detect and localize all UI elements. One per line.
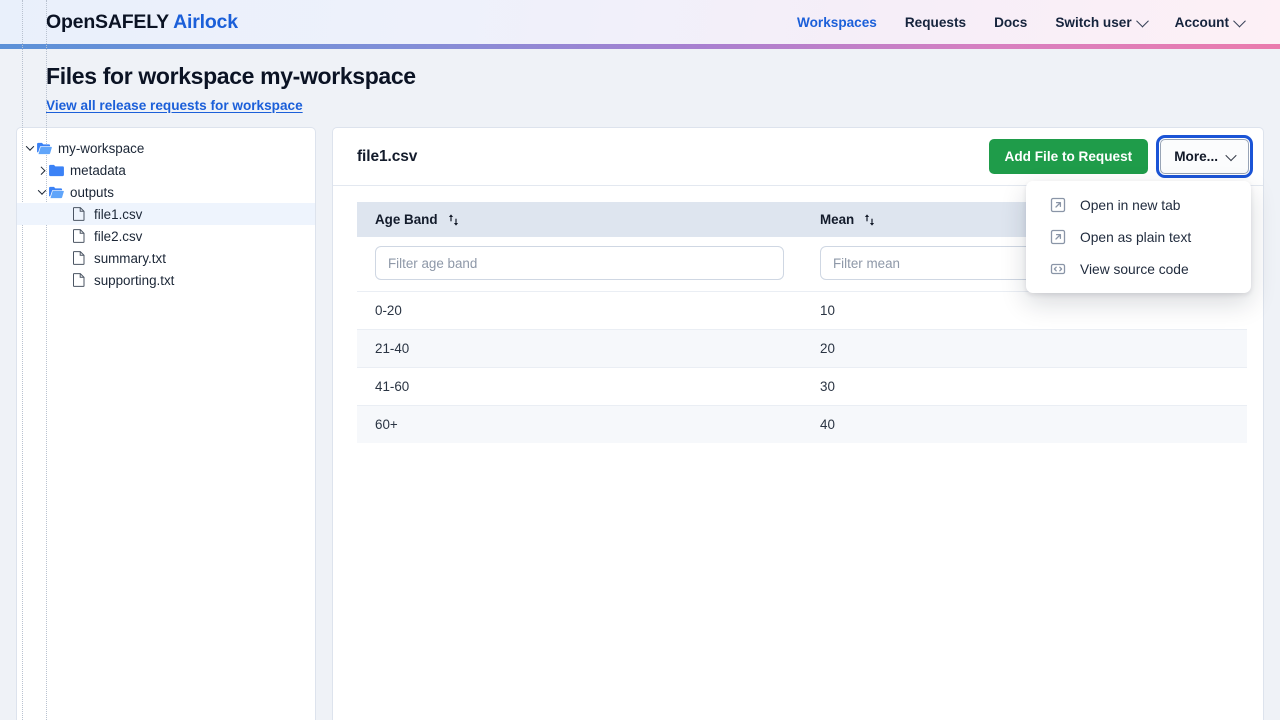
- main-layout: my-workspace metadata outputs file1.cs: [0, 127, 1280, 720]
- tree-item-outputs[interactable]: outputs: [17, 181, 315, 203]
- file-tree-panel: my-workspace metadata outputs file1.cs: [16, 127, 316, 720]
- add-file-to-request-button[interactable]: Add File to Request: [989, 139, 1149, 174]
- external-link-icon: [1050, 229, 1066, 245]
- cell-age-band: 41-60: [357, 368, 802, 406]
- menu-item-open-in-new-tab[interactable]: Open in new tab: [1026, 189, 1251, 221]
- menu-item-label: Open in new tab: [1080, 198, 1180, 213]
- cell-age-band: 60+: [357, 406, 802, 444]
- chevron-down-icon: [1233, 14, 1246, 27]
- nav-item-docs[interactable]: Docs: [994, 15, 1027, 30]
- column-header-label: Mean: [820, 212, 854, 227]
- tree-item-file1-csv[interactable]: file1.csv: [17, 203, 315, 225]
- filter-input-age-band[interactable]: [375, 246, 784, 280]
- nav-label: Switch user: [1055, 15, 1131, 30]
- cell-mean: 40: [802, 406, 1247, 444]
- nav-label: Workspaces: [797, 15, 877, 30]
- site-header: OpenSAFELY Airlock Workspaces Requests D…: [0, 0, 1280, 44]
- file-icon: [73, 250, 91, 266]
- folder-open-icon: [49, 184, 67, 200]
- page-head: Files for workspace my-workspace View al…: [0, 49, 1280, 127]
- nav-label: Account: [1175, 15, 1229, 30]
- cell-age-band: 0-20: [357, 292, 802, 330]
- menu-item-open-as-plain-text[interactable]: Open as plain text: [1026, 221, 1251, 253]
- tree-item-label: outputs: [67, 185, 114, 200]
- nav-item-account[interactable]: Account: [1175, 15, 1244, 30]
- cell-mean: 30: [802, 368, 1247, 406]
- main-nav: Workspaces Requests Docs Switch user Acc…: [797, 15, 1244, 30]
- sort-icon[interactable]: [447, 213, 460, 227]
- brand-primary-text: OpenSAFELY: [46, 11, 169, 33]
- cell-mean: 10: [802, 292, 1247, 330]
- nav-label: Requests: [905, 15, 966, 30]
- brand-logo[interactable]: OpenSAFELY Airlock: [46, 11, 238, 34]
- chevron-down-icon: [1225, 149, 1236, 160]
- cell-age-band: 21-40: [357, 330, 802, 368]
- table-row: 41-60 30: [357, 368, 1247, 406]
- menu-item-view-source-code[interactable]: View source code: [1026, 253, 1251, 285]
- cell-mean: 20: [802, 330, 1247, 368]
- file-icon: [73, 272, 91, 288]
- nav-item-switch-user[interactable]: Switch user: [1055, 15, 1146, 30]
- tree-item-label: file1.csv: [91, 207, 142, 222]
- view-all-release-requests-link[interactable]: View all release requests for workspace: [46, 98, 303, 113]
- page-title: Files for workspace my-workspace: [46, 63, 1280, 90]
- tree-item-label: supporting.txt: [91, 273, 174, 288]
- file-content-panel: file1.csv Add File to Request More... Op…: [332, 127, 1264, 720]
- nav-label: Docs: [994, 15, 1027, 30]
- tree-item-label: metadata: [67, 163, 126, 178]
- content-header-actions: Add File to Request More... Open in new …: [989, 139, 1249, 174]
- sort-icon[interactable]: [863, 213, 876, 227]
- tree-item-label: file2.csv: [91, 229, 142, 244]
- external-link-icon: [1050, 197, 1066, 213]
- menu-item-label: View source code: [1080, 262, 1189, 277]
- column-header-label: Age Band: [375, 212, 438, 227]
- table-row: 21-40 20: [357, 330, 1247, 368]
- chevron-down-icon[interactable]: [35, 189, 49, 195]
- tree-item-label: summary.txt: [91, 251, 166, 266]
- tree-item-label: my-workspace: [55, 141, 144, 156]
- selected-file-name: file1.csv: [357, 148, 417, 166]
- column-header-age-band[interactable]: Age Band: [357, 202, 802, 237]
- table-body: 0-20 10 21-40 20 41-60 30 60+ 40: [357, 292, 1247, 444]
- content-header: file1.csv Add File to Request More... Op…: [333, 128, 1263, 186]
- nav-item-workspaces[interactable]: Workspaces: [797, 15, 877, 30]
- tree-item-supporting-txt[interactable]: supporting.txt: [17, 269, 315, 291]
- tree-item-metadata[interactable]: metadata: [17, 159, 315, 181]
- tree-item-summary-txt[interactable]: summary.txt: [17, 247, 315, 269]
- nav-item-requests[interactable]: Requests: [905, 15, 966, 30]
- brand-accent-text: Airlock: [173, 11, 238, 33]
- more-menu-label: More...: [1174, 149, 1218, 164]
- table-row: 60+ 40: [357, 406, 1247, 444]
- source-code-icon: [1050, 261, 1066, 277]
- more-menu-button[interactable]: More...: [1160, 139, 1249, 174]
- tree-item-file2-csv[interactable]: file2.csv: [17, 225, 315, 247]
- more-dropdown-menu: Open in new tab Open as plain text View …: [1026, 181, 1251, 293]
- table-row: 0-20 10: [357, 292, 1247, 330]
- chevron-down-icon: [1136, 14, 1149, 27]
- tree-item-my-workspace[interactable]: my-workspace: [17, 137, 315, 159]
- file-icon: [73, 206, 91, 222]
- chevron-down-icon[interactable]: [23, 145, 37, 151]
- file-icon: [73, 228, 91, 244]
- folder-open-icon: [37, 140, 55, 156]
- menu-item-label: Open as plain text: [1080, 230, 1191, 245]
- folder-closed-icon: [49, 162, 67, 178]
- chevron-right-icon[interactable]: [35, 167, 49, 173]
